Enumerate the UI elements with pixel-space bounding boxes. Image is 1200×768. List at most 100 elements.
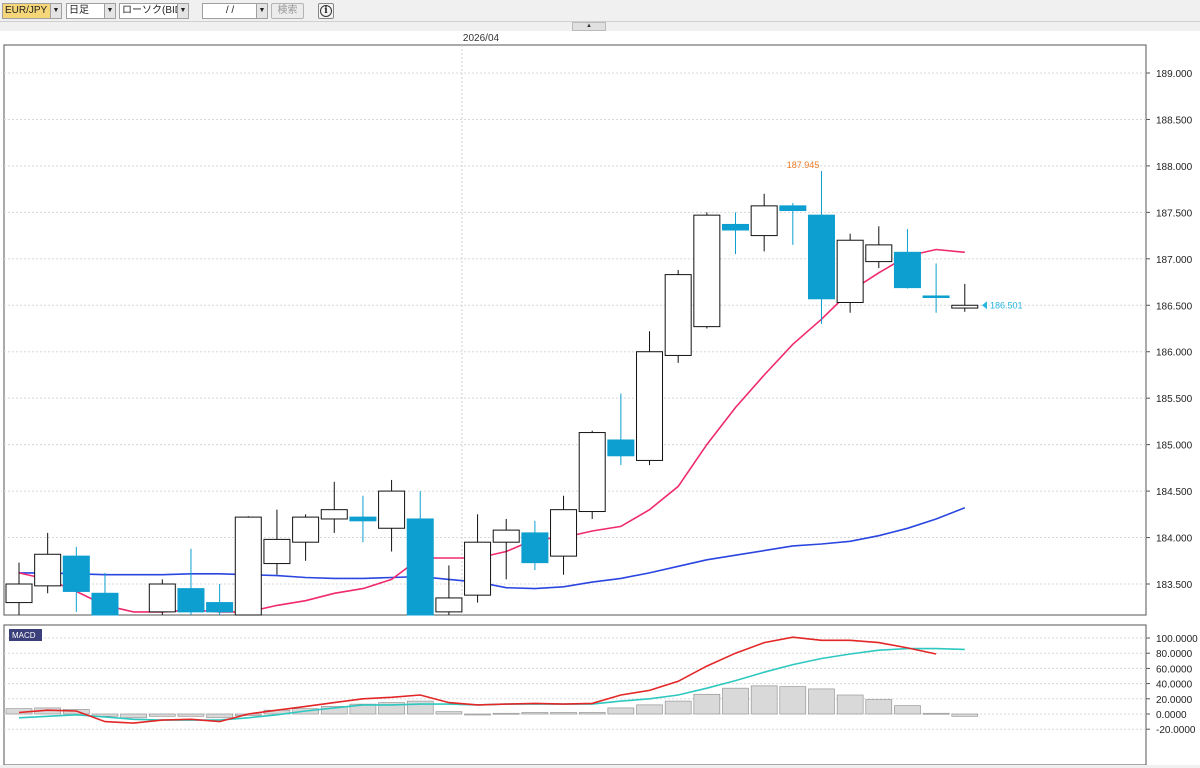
price-tick-label: 187.000: [1156, 255, 1193, 266]
price-tick-label: 189.000: [1156, 69, 1193, 80]
macd-histogram-bar: [693, 693, 721, 715]
symbol-select[interactable]: EUR/JPY ▼: [2, 3, 62, 19]
macd-tick-label: -20.0000: [1156, 725, 1196, 736]
search-button[interactable]: 検索: [271, 3, 304, 19]
price-tick-label: 186.500: [1156, 301, 1193, 312]
candle-body: [550, 509, 578, 557]
price-tick-label: 184.000: [1156, 534, 1193, 545]
candle-body: [91, 592, 119, 616]
candle-body: [607, 439, 635, 457]
date-header: [4, 31, 1194, 44]
timeframe-label: 日足: [69, 5, 89, 16]
chevron-down-icon[interactable]: ▼: [104, 4, 115, 18]
macd-histogram-bar: [550, 712, 577, 715]
candle-body: [836, 239, 864, 303]
candle-body: [750, 205, 778, 237]
collapse-panel-button[interactable]: ▲: [572, 22, 606, 31]
candle-body: [148, 583, 176, 613]
candle-body: [349, 516, 377, 522]
macd-histogram-bar: [894, 705, 921, 715]
macd-histogram-bar: [578, 712, 606, 715]
candle-body: [893, 251, 921, 289]
date-input-value: / /: [225, 5, 235, 16]
candle-body: [578, 432, 606, 513]
candle-body: [664, 274, 692, 356]
macd-histogram-bar: [120, 713, 147, 719]
candle: [148, 579, 176, 615]
timeframe-select[interactable]: 日足 ▼: [66, 3, 116, 19]
macd-histogram-bar: [206, 713, 233, 719]
candle: [636, 331, 664, 466]
chart-area: 2026/04 189.000 188.500 188.000 187.500 187.…: [0, 31, 1200, 766]
macd-histogram-bar: [521, 712, 549, 715]
macd-histogram-bar: [808, 688, 835, 715]
candle-body: [464, 541, 492, 596]
macd-tick-label: 0.0000: [1156, 710, 1187, 721]
candle-body: [406, 518, 434, 616]
price-chart[interactable]: 2026/04 189.000 188.500 188.000 187.500 187.…: [0, 31, 1200, 766]
symbol-label: EUR/JPY: [5, 5, 48, 16]
price-axis: 189.000 188.500 188.000 187.500 187.000 186.5…: [1146, 69, 1193, 591]
candle-body: [951, 304, 979, 309]
macd-histogram-bar: [779, 686, 807, 715]
candle-body: [435, 597, 463, 613]
macd-panel[interactable]: [3, 624, 1147, 766]
candle-body: [378, 490, 406, 529]
candle-body: [62, 555, 90, 592]
macd-histogram-bar: [722, 687, 749, 715]
candle-body: [5, 583, 33, 604]
price-tick-label: 183.500: [1156, 580, 1193, 591]
chevron-down-icon[interactable]: ▼: [177, 4, 188, 18]
macd-histogram-bar: [951, 713, 979, 717]
price-tick-label: 187.500: [1156, 208, 1193, 219]
price-tick-label: 188.000: [1156, 162, 1193, 173]
candle-body: [292, 516, 320, 543]
candle: [664, 269, 692, 363]
info-button[interactable]: i: [318, 3, 334, 19]
chevron-down-icon[interactable]: ▼: [50, 4, 61, 18]
candle-body: [693, 214, 721, 328]
macd-histogram-bar: [865, 699, 893, 715]
candle-body: [320, 509, 348, 520]
macd-histogram-bar: [177, 713, 205, 717]
price-tick-label: 186.000: [1156, 348, 1193, 359]
macd-axis: 100.0000 80.0000 60.0000 40.0000 20.0000 0.00…: [1146, 634, 1198, 736]
price-tick-label: 188.500: [1156, 115, 1193, 126]
candle-body: [807, 214, 835, 300]
macd-histogram-bar: [664, 700, 692, 715]
macd-histogram-bar: [636, 704, 663, 715]
chevron-down-icon[interactable]: ▼: [256, 4, 267, 18]
macd-histogram-bar: [492, 712, 520, 715]
macd-histogram-bar: [406, 700, 434, 715]
chart-style-label: ローソク(BID): [122, 5, 186, 16]
price-tick-label: 185.500: [1156, 394, 1193, 405]
candle-body: [636, 351, 664, 461]
macd-histogram-bar: [464, 713, 491, 716]
candle-body: [34, 553, 62, 587]
macd-histogram-bar: [607, 707, 635, 715]
chart-style-select[interactable]: ローソク(BID) ▼: [119, 3, 189, 19]
candle-body: [521, 532, 549, 564]
date-input[interactable]: / / ▼: [202, 3, 268, 19]
candle-body: [492, 529, 520, 543]
candle: [693, 212, 721, 329]
price-tick-label: 185.000: [1156, 441, 1193, 452]
candle-body: [234, 516, 262, 616]
macd-tick-label: 100.0000: [1156, 634, 1198, 645]
macd-tick-label: 40.0000: [1156, 680, 1193, 691]
candle-body: [722, 223, 749, 231]
macd-badge-label: MACD: [12, 631, 36, 640]
macd-histogram-bar: [435, 711, 463, 715]
macd-tick-label: 20.0000: [1156, 695, 1193, 706]
info-icon: i: [320, 5, 332, 17]
collapse-up-icon: ▲: [586, 23, 592, 29]
macd-tick-label: 80.0000: [1156, 649, 1193, 660]
candle-body: [206, 602, 234, 613]
current-price-label: 186.501: [990, 301, 1023, 311]
candle-body: [263, 538, 291, 565]
candle: [578, 430, 606, 519]
date-header-label: 2026/04: [463, 33, 500, 44]
candle: [836, 233, 864, 313]
macd-histogram-bar: [922, 712, 950, 715]
macd-histogram-bar: [836, 694, 864, 715]
